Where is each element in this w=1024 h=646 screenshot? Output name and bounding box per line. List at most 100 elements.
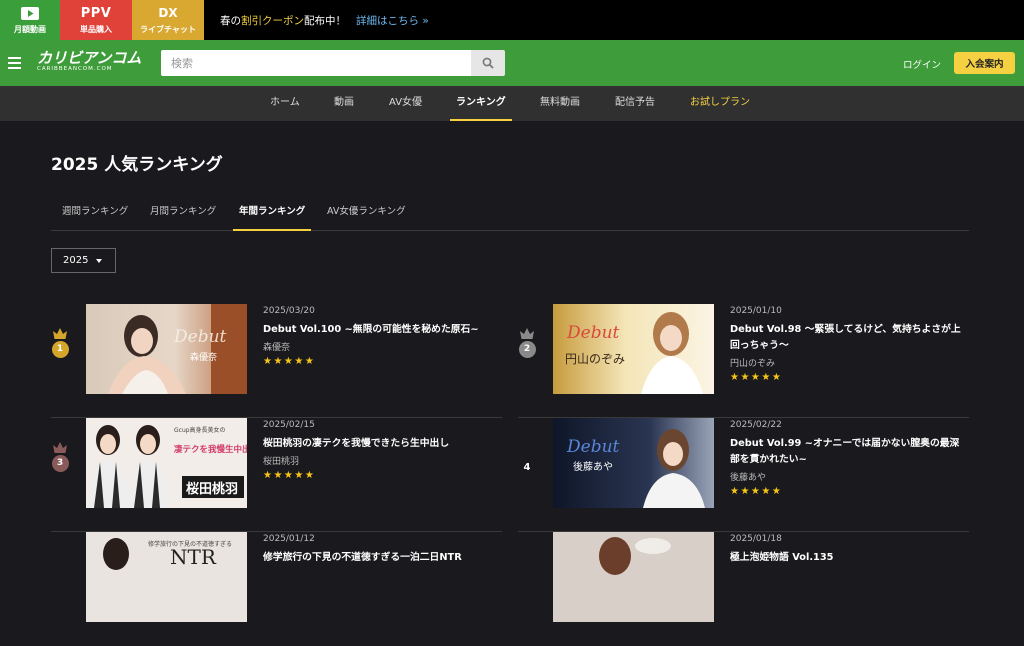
main-nav: ホーム 動画 AV女優 ランキング 無料動画 配信予告 お試しプラン [0, 86, 1024, 121]
thumbnail-actress-text: 後藤あや [573, 460, 613, 473]
menu-icon[interactable] [8, 57, 21, 69]
release-date: 2025/03/20 [263, 306, 315, 316]
tab-weekly[interactable]: 週間ランキング [62, 198, 128, 231]
nav-free-videos[interactable]: 無料動画 [540, 86, 580, 121]
release-date: 2025/02/15 [263, 420, 315, 430]
service-monthly-label: 月額動画 [14, 25, 46, 34]
rating-stars: ★★★★★ [263, 470, 316, 481]
bronze-crown-icon [53, 442, 67, 453]
video-info: 2025/02/15 桜田桃羽の凄テクを我慢できたら生中出し 桜田桃羽 ★★★★… [263, 420, 501, 481]
video-info: 2025/02/22 Debut Vol.99 ~オナニーでは届かない膣奥の最深… [730, 420, 968, 497]
caret-down-icon [96, 258, 103, 263]
service-ppv-label: 単品購入 [80, 25, 112, 34]
rank-number: 1 [51, 341, 69, 358]
thumbnail-headline-text: NTR [170, 545, 217, 569]
video-thumbnail[interactable]: Debut 森優奈 [86, 304, 247, 394]
rank-badge: 1 [51, 328, 69, 358]
page-title: 2025 人気ランキング [51, 155, 223, 175]
actress-name[interactable]: 桜田桃羽 [263, 454, 501, 467]
join-button[interactable]: 入会案内 [954, 52, 1015, 74]
tab-actress-ranking[interactable]: AV女優ランキング [327, 198, 406, 231]
site-logo[interactable]: カリビアンコム CARIBBEANCOM.COM [37, 50, 141, 72]
top-service-bar: 月額動画 PPV 単品購入 DX ライブチャット 春の 割引クーポン 配布中！ 詳細… [0, 0, 1024, 40]
play-icon [21, 5, 39, 21]
thumbnail-actress-text: 円山のぞみ [565, 352, 625, 366]
actress-name[interactable]: 円山のぞみ [730, 356, 968, 369]
nav-actresses[interactable]: AV女優 [389, 86, 422, 121]
video-title[interactable]: 極上泡姫物語 Vol.135 [730, 550, 968, 566]
tab-yearly[interactable]: 年間ランキング [233, 198, 312, 231]
nav-videos[interactable]: 動画 [334, 86, 354, 121]
service-monthly-video[interactable]: 月額動画 [0, 0, 60, 40]
video-title[interactable]: Debut Vol.99 ~オナニーでは届かない膣奥の最深部を貫かれたい~ [730, 436, 968, 468]
service-ppv[interactable]: PPV 単品購入 [60, 0, 132, 40]
promo-banner: 春の 割引クーポン 配布中！ 詳細はこちら » [204, 0, 429, 40]
thumbnail-headline-text: 凄テクを我慢生中出し [173, 444, 247, 455]
logo-main-text: カリビアンコム [37, 49, 142, 67]
release-date: 2025/01/18 [730, 534, 782, 544]
video-thumbnail[interactable]: Gcup高身長美女の 凄テクを我慢生中出し 桜田桃羽 [86, 418, 247, 508]
tab-monthly[interactable]: 月間ランキング [150, 198, 216, 231]
promo-details-link[interactable]: 詳細はこちら » [356, 13, 429, 28]
video-info: 2025/01/12 修学旅行の下見の不道徳すぎる一泊二日NTR [263, 534, 501, 566]
release-date: 2025/02/22 [730, 420, 782, 430]
video-title[interactable]: Debut Vol.100 ~無限の可能性を秘めた原石~ [263, 322, 501, 338]
ranking-tabs: 週間ランキング 月間ランキング 年間ランキング AV女優ランキング [51, 198, 969, 231]
service-livechat-label: ライブチャット [140, 25, 196, 34]
rank-number: 4 [523, 462, 531, 473]
rank-badge: 3 [51, 442, 69, 472]
silver-crown-icon [520, 328, 534, 339]
thumbnail-logo-text: Debut [173, 327, 227, 347]
ranking-item: 2025/01/18 極上泡姫物語 Vol.135 [518, 532, 969, 646]
year-select[interactable]: 2025 [51, 248, 116, 273]
site-header: カリビアンコム CARIBBEANCOM.COM ログイン 入会案内 [0, 40, 1024, 86]
search-bar [161, 50, 505, 76]
thumbnail-logo-text: Debut [566, 437, 620, 457]
service-livechat[interactable]: DX ライブチャット [132, 0, 204, 40]
rank-badge: 4 [518, 442, 536, 473]
login-link[interactable]: ログイン [903, 57, 941, 71]
dx-icon: DX [158, 6, 178, 20]
video-thumbnail[interactable]: Debut 後藤あや [553, 418, 714, 508]
svg-text:Gcup高身長美女の: Gcup高身長美女の [174, 426, 226, 434]
thumbnail-actress-text: 森優奈 [190, 351, 217, 363]
promo-prefix: 春の [220, 14, 241, 27]
gold-crown-icon [53, 328, 67, 339]
rank-number: 2 [518, 341, 536, 358]
video-thumbnail[interactable]: 修学旅行の下見の不道徳すぎる NTR [86, 532, 247, 622]
rating-stars: ★★★★★ [730, 486, 783, 497]
actress-name[interactable]: 後藤あや [730, 470, 968, 483]
video-info: 2025/01/10 Debut Vol.98 〜緊張してるけど、気持ちよさが上… [730, 306, 968, 383]
release-date: 2025/01/10 [730, 306, 782, 316]
nav-trial-plan[interactable]: お試しプラン [690, 86, 750, 121]
thumbnail-logo-text: Debut [566, 323, 620, 343]
promo-highlight: 割引クーポン [241, 14, 304, 27]
ranking-item: 3 Gcup高身長美女の 凄テクを我慢生中出し 桜田桃羽 2025/02/15 … [51, 418, 502, 532]
rating-stars: ★★★★★ [263, 356, 316, 367]
thumbnail-actress-text: 桜田桃羽 [186, 481, 238, 497]
rank-number: 3 [51, 455, 69, 472]
ppv-icon: PPV [80, 5, 112, 21]
ranking-item: 1 Debut 森優奈 2025/03/20 Debut Vol.100 ~無限… [51, 304, 502, 418]
video-thumbnail[interactable] [553, 532, 714, 622]
promo-suffix: 配布中！ [304, 14, 346, 27]
video-thumbnail[interactable]: Debut 円山のぞみ [553, 304, 714, 394]
video-title[interactable]: 桜田桃羽の凄テクを我慢できたら生中出し [263, 436, 501, 452]
nav-home[interactable]: ホーム [270, 86, 300, 121]
nav-upcoming[interactable]: 配信予告 [615, 86, 655, 121]
rating-stars: ★★★★★ [730, 372, 783, 383]
ranking-item: 修学旅行の下見の不道徳すぎる NTR 2025/01/12 修学旅行の下見の不道… [51, 532, 502, 646]
search-icon [482, 57, 494, 69]
ranking-item: 4 Debut 後藤あや 2025/02/22 Debut Vol.99 ~オナ… [518, 418, 969, 532]
rank-badge: 2 [518, 328, 536, 358]
video-title[interactable]: Debut Vol.98 〜緊張してるけど、気持ちよさが上回っちゃう〜 [730, 322, 968, 354]
nav-ranking[interactable]: ランキング [450, 86, 512, 121]
ranking-item: 2 Debut 円山のぞみ 2025/01/10 Debut Vol.98 〜緊… [518, 304, 969, 418]
search-button[interactable] [471, 50, 505, 76]
search-input[interactable] [161, 50, 471, 76]
video-info: 2025/01/18 極上泡姫物語 Vol.135 [730, 534, 968, 566]
video-title[interactable]: 修学旅行の下見の不道徳すぎる一泊二日NTR [263, 550, 501, 566]
video-info: 2025/03/20 Debut Vol.100 ~無限の可能性を秘めた原石~ … [263, 306, 501, 367]
release-date: 2025/01/12 [263, 534, 315, 544]
actress-name[interactable]: 森優奈 [263, 340, 501, 353]
